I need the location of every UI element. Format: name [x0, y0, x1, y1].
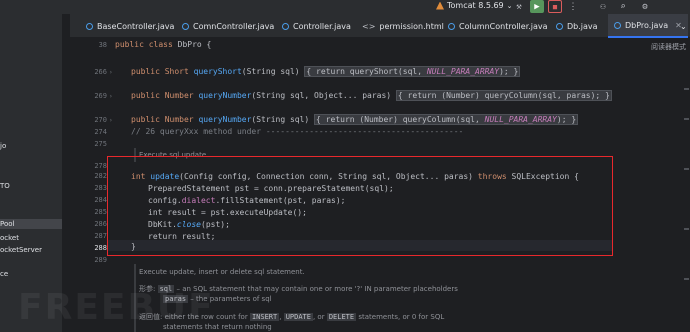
fold-arrow-icon[interactable]: › — [109, 69, 113, 76]
tab-label: DbPro.java — [625, 20, 669, 30]
run-button[interactable]: ▶ — [530, 0, 544, 13]
stop-button[interactable]: ■ — [548, 0, 562, 13]
fold-arrow-icon[interactable]: › — [109, 117, 113, 124]
tab-columncontroller[interactable]: ColumnController.java — [448, 14, 548, 38]
search-icon[interactable]: ⌕ — [616, 0, 630, 13]
code-line-270: public Number queryNumber(String sql, Ob… — [131, 90, 612, 101]
run-config-selector[interactable]: Tomcat 8.5.69 ⌄ — [436, 1, 513, 10]
tab-label: ComnController.java — [193, 21, 275, 31]
watermark-logo: FREEBUF — [18, 287, 215, 328]
tab-label: BaseController.java — [97, 21, 175, 31]
java-class-icon — [86, 22, 93, 30]
settings-icon[interactable]: ⚙ — [638, 0, 652, 13]
line-number: 288 — [94, 244, 107, 252]
tab-list-chevron-icon[interactable]: ⌄ — [680, 14, 687, 38]
editor-tab-bar: BaseController.java ComnController.java … — [70, 14, 690, 38]
tomcat-icon — [436, 1, 444, 10]
code-line-38: public class DbPro { — [115, 40, 212, 49]
line-number: 270 — [94, 116, 107, 124]
tab-label: Controller.java — [293, 21, 351, 31]
run-icon: ▶ — [534, 1, 540, 12]
fold-arrow-icon[interactable]: › — [109, 93, 113, 100]
tree-item[interactable]: ocket — [0, 234, 19, 242]
line-number: 289 — [94, 256, 107, 264]
tab-db[interactable]: Db.java — [556, 14, 598, 38]
highlight-box — [107, 156, 613, 256]
java-class-icon — [614, 21, 621, 29]
tab-permission-html[interactable]: <> permission.html — [362, 14, 444, 38]
line-number: 287 — [94, 232, 107, 240]
project-panel: jo TO Pool ocket ocketServer ce — [0, 14, 62, 332]
line-number: 285 — [94, 208, 107, 216]
run-config-label: Tomcat 8.5.69 — [447, 1, 504, 10]
html-file-icon: <> — [362, 21, 376, 31]
tab-controller[interactable]: Controller.java — [282, 14, 351, 38]
add-user-icon[interactable]: ⚇ — [596, 0, 610, 13]
java-class-icon — [282, 22, 289, 30]
tree-item[interactable]: ocketServer — [0, 246, 42, 254]
line-number: 266 — [94, 68, 107, 76]
tab-comncontroller[interactable]: ComnController.java — [182, 14, 274, 38]
tab-label: ColumnController.java — [459, 21, 548, 31]
line-number: 278 — [94, 162, 107, 170]
code-line-274: public Number queryNumber(String sql) { … — [131, 114, 579, 125]
line-number: 283 — [94, 184, 107, 192]
more-icon[interactable]: ⋮ — [566, 0, 580, 13]
line-number: 274 — [94, 128, 107, 136]
code-line-266: public Short queryShort(String sql) { re… — [131, 66, 521, 77]
java-class-icon — [448, 22, 455, 30]
tree-item[interactable]: Pool — [0, 220, 14, 228]
editor-scrollbar[interactable] — [682, 78, 690, 332]
line-number: 286 — [94, 220, 107, 228]
line-number: 275 — [94, 140, 107, 148]
hammer-icon[interactable]: ⚒ — [512, 0, 526, 13]
line-number: 284 — [94, 196, 107, 204]
java-class-icon — [182, 22, 189, 30]
tab-label: Db.java — [567, 21, 598, 31]
tree-item[interactable]: jo — [0, 142, 6, 150]
reader-mode-toggle[interactable]: 阅读器模式 — [651, 42, 686, 52]
tree-item[interactable]: ce — [0, 270, 8, 278]
tab-dbpro[interactable]: DbPro.java ✕ — [608, 14, 688, 38]
doc-description: Execute update, insert or delete sql sta… — [139, 268, 305, 276]
code-comment: // 26 queryXxx method under ------------… — [131, 127, 464, 136]
line-number: 282 — [94, 172, 107, 180]
stop-icon: ■ — [552, 2, 558, 11]
tab-basecontroller[interactable]: BaseController.java — [86, 14, 174, 38]
java-class-icon — [556, 22, 563, 30]
tree-item[interactable]: TO — [0, 182, 10, 190]
main-toolbar: Tomcat 8.5.69 ⌄ ⚒ ▶ ■ ⋮ ⚇ ⌕ ⚙ — [0, 0, 690, 14]
line-number: 38 — [98, 41, 107, 49]
line-number: 269 — [94, 92, 107, 100]
tab-label: permission.html — [379, 21, 444, 31]
